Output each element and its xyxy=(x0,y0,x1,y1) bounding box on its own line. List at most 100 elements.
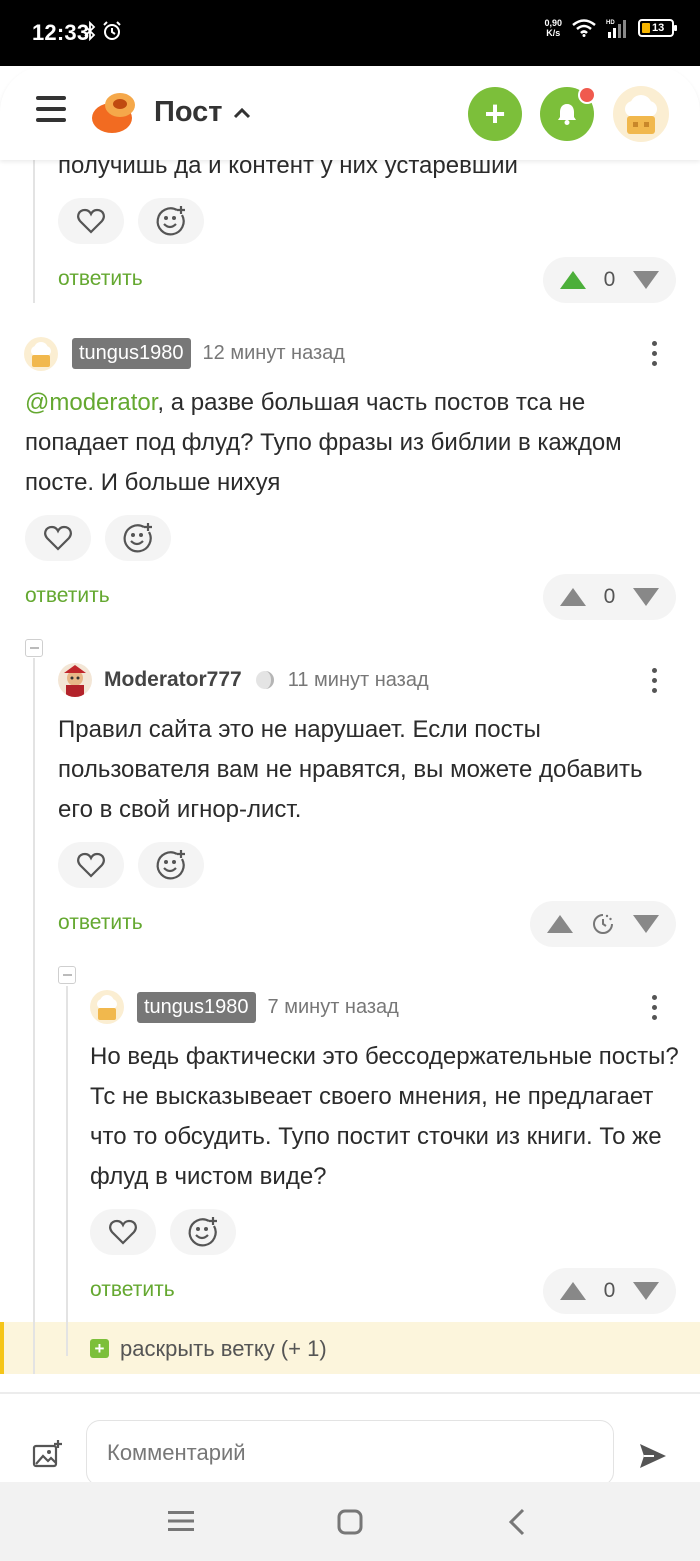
status-bar: 12:33 0,90 K/s HD 13 xyxy=(0,0,700,66)
emoji-add-icon xyxy=(156,850,185,880)
vote-widget: 0 xyxy=(543,257,676,303)
page-title-dropdown[interactable]: Пост xyxy=(154,96,251,129)
upvote-icon[interactable] xyxy=(559,1281,587,1301)
expand-branch-label: раскрыть ветку (+ 1) xyxy=(120,1336,327,1361)
avatar[interactable] xyxy=(58,663,92,697)
battery-icon: 13 xyxy=(638,19,677,37)
username[interactable]: tungus1980 xyxy=(137,992,256,1023)
reaction-row xyxy=(25,515,171,561)
send-icon[interactable] xyxy=(638,1442,668,1470)
downvote-icon[interactable] xyxy=(632,587,660,607)
more-options-icon[interactable] xyxy=(652,668,658,698)
system-nav-bar xyxy=(0,1482,700,1561)
add-reaction-button[interactable] xyxy=(138,842,204,888)
notification-badge xyxy=(578,86,596,104)
comment-text: @moderator, а разве большая часть постов… xyxy=(25,389,622,496)
comment-text: Но ведь фактически это бессодержательные… xyxy=(90,1043,679,1190)
upvote-icon[interactable] xyxy=(546,914,574,934)
comment-meta: tungus1980 12 минут назад xyxy=(72,338,345,369)
page-title: Пост xyxy=(154,96,223,128)
vote-widget: 0 xyxy=(543,1268,676,1314)
add-reaction-button[interactable] xyxy=(138,198,204,244)
like-button[interactable] xyxy=(58,198,124,244)
moderator-badge-icon xyxy=(255,671,274,689)
reaction-row xyxy=(58,842,204,888)
like-button[interactable] xyxy=(58,842,124,888)
bell-icon xyxy=(558,104,576,125)
add-reaction-button[interactable] xyxy=(170,1209,236,1255)
heart-icon xyxy=(77,208,105,234)
vote-widget xyxy=(530,901,676,947)
reaction-row xyxy=(58,198,204,244)
downvote-icon[interactable] xyxy=(632,914,660,934)
comment-composer xyxy=(0,1392,700,1486)
downvote-icon[interactable] xyxy=(632,270,660,290)
menu-icon[interactable] xyxy=(36,96,66,126)
emoji-add-icon xyxy=(123,523,152,553)
avatar-icon xyxy=(24,337,58,371)
like-button[interactable] xyxy=(90,1209,156,1255)
vote-count: 0 xyxy=(603,1279,616,1302)
reply-link[interactable]: ответить xyxy=(58,267,143,291)
downvote-icon[interactable] xyxy=(632,1281,660,1301)
comment-time[interactable]: 11 минут назад xyxy=(288,669,429,692)
upvote-icon[interactable] xyxy=(559,587,587,607)
comment-meta: tungus1980 7 минут назад xyxy=(137,992,399,1023)
avatar[interactable] xyxy=(90,990,124,1024)
profile-avatar[interactable] xyxy=(613,86,669,142)
add-reaction-button[interactable] xyxy=(105,515,171,561)
reply-link[interactable]: ответить xyxy=(58,911,143,935)
plus-icon: + xyxy=(484,93,506,134)
reply-link[interactable]: ответить xyxy=(25,584,110,608)
expand-branch-button[interactable]: + раскрыть ветку (+ 1) xyxy=(0,1322,700,1374)
home-icon[interactable] xyxy=(337,1509,363,1535)
chevron-up-icon xyxy=(233,107,250,118)
svg-text:HD: HD xyxy=(606,20,615,26)
comment-meta: Moderator777 11 минут назад xyxy=(104,668,429,692)
username[interactable]: Moderator777 xyxy=(104,668,242,692)
emoji-add-icon xyxy=(188,1217,217,1247)
comment-time[interactable]: 12 минут назад xyxy=(203,342,345,365)
logo-icon[interactable] xyxy=(90,88,138,136)
bluetooth-icon xyxy=(84,21,96,41)
heart-icon xyxy=(44,525,72,551)
back-icon[interactable] xyxy=(508,1508,526,1536)
avatar-icon xyxy=(58,663,92,697)
status-time: 12:33 xyxy=(32,20,90,45)
avatar-icon xyxy=(90,990,124,1024)
reaction-row xyxy=(90,1209,236,1255)
avatar[interactable] xyxy=(24,337,58,371)
comments-area: получишь да и контент у них устаревший о… xyxy=(0,160,700,1390)
more-options-icon[interactable] xyxy=(652,995,658,1025)
reply-link[interactable]: ответить xyxy=(90,1278,175,1302)
upvote-icon[interactable] xyxy=(559,270,587,290)
wifi-icon xyxy=(572,19,596,37)
signal-icon: HD xyxy=(606,20,626,38)
status-icons-left xyxy=(84,21,122,41)
comment-time[interactable]: 7 минут назад xyxy=(268,996,399,1019)
vote-count: 0 xyxy=(603,585,616,608)
username[interactable]: tungus1980 xyxy=(72,338,191,369)
heart-icon xyxy=(77,852,105,878)
alarm-icon xyxy=(103,21,121,40)
collapse-thread-button[interactable] xyxy=(58,966,76,984)
notifications-button[interactable] xyxy=(540,86,596,141)
user-mention[interactable]: @moderator xyxy=(25,389,157,416)
attach-image-icon[interactable] xyxy=(32,1440,62,1468)
rating-pending-icon xyxy=(593,914,613,934)
recent-apps-icon[interactable] xyxy=(168,1510,194,1532)
avatar-icon xyxy=(613,86,669,142)
app-header: Пост + xyxy=(0,66,700,160)
vote-count: 0 xyxy=(603,268,616,291)
like-button[interactable] xyxy=(25,515,91,561)
emoji-add-icon xyxy=(156,206,185,236)
comment-text: получишь да и контент у них устаревший xyxy=(58,160,518,179)
comment-input[interactable] xyxy=(86,1420,614,1486)
network-speed: 0,90 K/s xyxy=(544,18,562,38)
more-options-icon[interactable] xyxy=(652,341,658,371)
vote-widget: 0 xyxy=(543,574,676,620)
heart-icon xyxy=(109,1219,137,1245)
status-icons-right: 0,90 K/s HD 13 xyxy=(544,18,677,38)
collapse-thread-button[interactable] xyxy=(25,639,43,657)
add-post-button[interactable]: + xyxy=(468,87,522,141)
